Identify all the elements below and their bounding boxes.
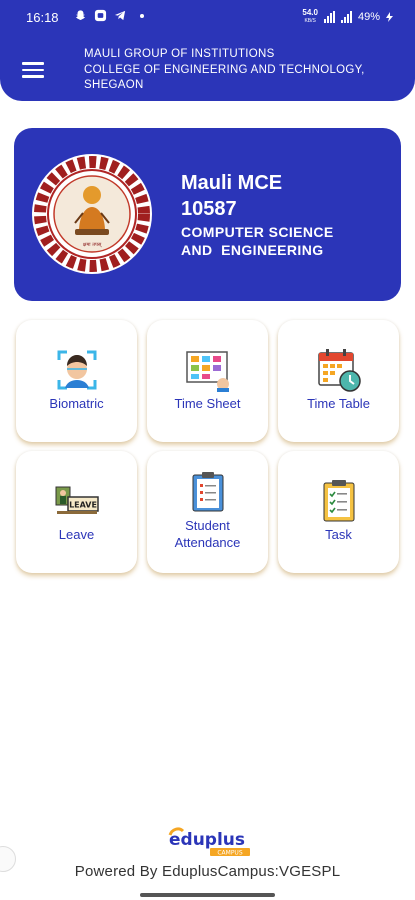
college-logo-icon: क्षमा तपस् [32,154,152,274]
task-board-icon [185,351,229,392]
tile-label: Time Table [307,396,370,411]
svg-text:eduplus: eduplus [169,830,245,850]
time-table-tile[interactable]: Time Table [278,320,399,442]
task-checklist-icon [323,480,354,522]
attendance-clipboard-icon [192,472,223,512]
telegram-icon [114,10,126,21]
tile-label: Biomatric [49,396,104,411]
battery-level: 49% [357,11,380,23]
menu-icon-bar [22,75,44,78]
calendar-clock-icon [317,349,361,392]
student-attendance-tile[interactable]: Student Attendance [147,451,268,573]
tile-label: Time Sheet [174,396,241,411]
tile-label-line2: Attendance [174,535,241,550]
notification-icons [74,9,144,22]
cell-signal-icon [340,11,352,23]
tile-label: Task [325,527,352,542]
status-bar: 16:18 54.0 KB/S 49% [0,0,415,38]
leave-tile[interactable]: LEAVE Leave [16,451,137,573]
profile-name: Mauli MCE [181,172,283,194]
wifi-signal-icon [323,11,335,23]
svg-text:CAMPUS: CAMPUS [217,850,242,857]
more-notifications-dot [140,13,144,18]
status-right: 54.0 KB/S 49% [302,9,393,25]
svg-text:LEAVE: LEAVE [69,501,97,510]
powered-by-text: Powered By EduplusCampus:VGESPL [74,863,341,880]
institution-name: MAULI GROUP OF INSTITUTIONS [84,48,275,60]
profile-card: क्षमा तपस् Mauli MCE 10587 COMPUTER SCIE… [14,128,401,301]
charging-icon [386,12,393,22]
tile-label: Leave [58,527,95,542]
svg-text:क्षमा तपस्: क्षमा तपस् [83,242,103,248]
chat-app-icon [94,9,107,22]
time-sheet-tile[interactable]: Time Sheet [147,320,268,442]
biometric-tile[interactable]: Biomatric [16,320,137,442]
app-header: MAULI GROUP OF INSTITUTIONS COLLEGE OF E… [0,38,415,101]
task-tile[interactable]: Task [278,451,399,573]
network-speed-value: 54.0 [302,8,318,17]
face-scan-icon [57,350,96,390]
institution-title: MAULI GROUP OF INSTITUTIONS COLLEGE OF E… [84,47,404,94]
network-speed-unit: KB/S [304,18,316,24]
menu-button[interactable] [22,62,44,78]
leave-sign-icon: LEAVE [55,486,99,514]
snapchat-icon [75,10,86,20]
menu-icon-bar [22,68,44,71]
menu-icon-bar [22,62,44,65]
profile-id: 10587 [181,198,237,220]
eduplus-logo-icon: eduplus CAMPUS [168,827,250,857]
status-time: 16:18 [26,10,59,25]
gesture-nav-handle[interactable] [140,893,275,897]
tile-label-line1: Student [185,518,230,533]
profile-department: COMPUTER SCIENCE AND ENGINEERING [181,224,334,258]
college-location: SHEGAON [84,79,144,91]
network-speed: 54.0 KB/S [302,9,318,25]
college-name: COLLEGE OF ENGINEERING AND TECHNOLOGY, [84,63,365,76]
